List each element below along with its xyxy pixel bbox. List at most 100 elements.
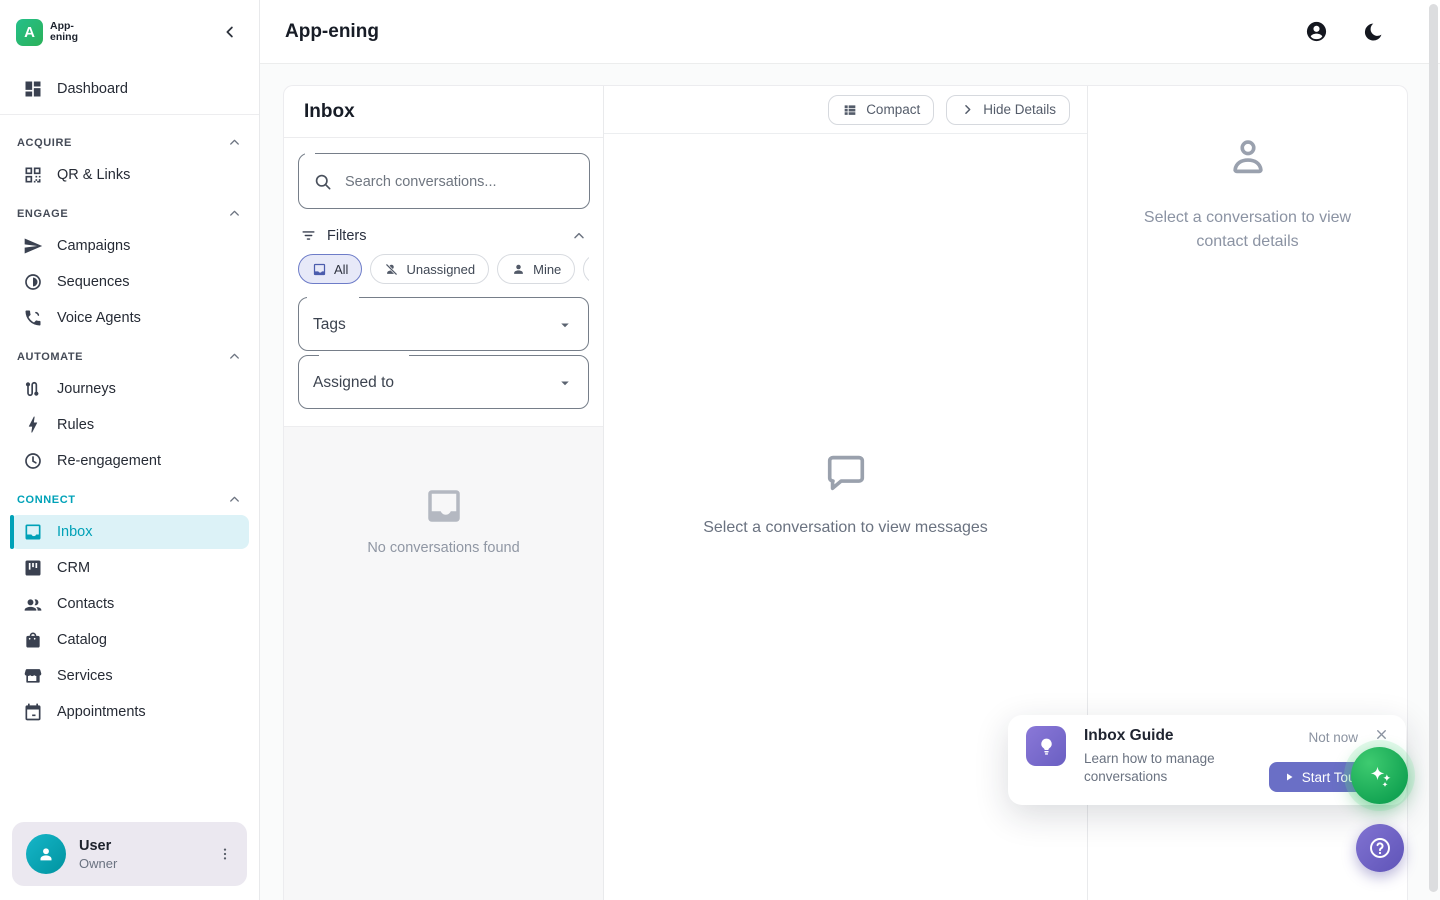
phone-icon xyxy=(23,308,43,328)
sparkles-icon xyxy=(1365,761,1395,791)
filter-chip-unassigned[interactable]: Unassigned xyxy=(370,254,489,284)
send-icon xyxy=(23,236,43,256)
people-icon xyxy=(23,594,43,614)
toast-close-button[interactable] xyxy=(1371,724,1392,745)
section-header-acquire[interactable]: ACQUIRE xyxy=(0,123,259,156)
app-logo-text: App- ening xyxy=(50,21,78,43)
sidebar-item-re-engagement[interactable]: Re-engagement xyxy=(10,444,249,478)
chevron-down-icon xyxy=(556,374,574,392)
conversation-list-panel: Inbox Filters All xyxy=(284,86,604,900)
person-icon xyxy=(35,843,57,865)
toast-description: Learn how to manage conversations xyxy=(1084,750,1254,786)
ai-assistant-fab[interactable] xyxy=(1351,747,1408,804)
dark-mode-toggle[interactable] xyxy=(1360,19,1386,45)
divider xyxy=(0,114,259,115)
sidebar-item-dashboard[interactable]: Dashboard xyxy=(10,72,249,106)
sidebar-item-campaigns[interactable]: Campaigns xyxy=(10,229,249,263)
sidebar-item-label: Sequences xyxy=(57,274,130,290)
sidebar-item-rules[interactable]: Rules xyxy=(10,408,249,442)
section-header-connect[interactable]: CONNECT xyxy=(0,480,259,513)
sidebar-header: A App- ening xyxy=(0,0,259,64)
sidebar-item-sequences[interactable]: Sequences xyxy=(10,265,249,299)
sidebar-item-qr-links[interactable]: QR & Links xyxy=(10,158,249,192)
sidebar-item-inbox[interactable]: Inbox xyxy=(10,515,249,549)
sidebar-item-voice-agents[interactable]: Voice Agents xyxy=(10,301,249,335)
chat-bubble-icon xyxy=(823,449,869,495)
sidebar-item-contacts[interactable]: Contacts xyxy=(10,587,249,621)
play-icon xyxy=(1283,771,1295,783)
chevron-up-icon xyxy=(227,135,242,150)
user-card[interactable]: User Owner xyxy=(12,822,247,886)
sidebar-item-label: Catalog xyxy=(57,632,107,648)
account-button[interactable] xyxy=(1303,18,1330,45)
chevron-down-icon xyxy=(556,316,574,334)
search-input[interactable] xyxy=(345,174,575,190)
person-off-icon xyxy=(384,262,399,277)
empty-state-text: Select a conversation to view contact de… xyxy=(1132,206,1364,254)
search-area xyxy=(284,138,603,211)
chip-label: Unassigned xyxy=(406,262,475,277)
sidebar-item-catalog[interactable]: Catalog xyxy=(10,623,249,657)
chevron-up-icon xyxy=(227,206,242,221)
tags-filter-select[interactable]: Tags xyxy=(298,296,589,351)
moon-icon xyxy=(1362,21,1384,43)
conversation-list-empty-state: No conversations found xyxy=(284,427,603,900)
sequence-loop-icon xyxy=(23,272,43,292)
inbox-panel-title: Inbox xyxy=(304,101,355,122)
inbox-empty-icon xyxy=(423,485,465,527)
storefront-icon xyxy=(23,666,43,686)
filter-chip-all[interactable]: All xyxy=(298,254,362,284)
logo-line2: ening xyxy=(50,32,78,43)
page-title: App-ening xyxy=(285,21,379,43)
clock-icon xyxy=(23,451,43,471)
sidebar-item-label: Appointments xyxy=(57,704,146,720)
more-vertical-icon xyxy=(217,846,233,862)
sidebar-item-appointments[interactable]: Appointments xyxy=(10,695,249,729)
search-field xyxy=(298,152,590,209)
sidebar-item-services[interactable]: Services xyxy=(10,659,249,693)
filters-label: Filters xyxy=(327,228,366,244)
sidebar-item-label: Re-engagement xyxy=(57,453,161,469)
help-fab[interactable] xyxy=(1356,824,1404,872)
user-role: Owner xyxy=(79,856,117,871)
sidebar-item-journeys[interactable]: Journeys xyxy=(10,372,249,406)
sidebar-item-label: QR & Links xyxy=(57,167,130,183)
tags-select-label: Tags xyxy=(313,316,346,334)
section-header-engage[interactable]: ENGAGE xyxy=(0,194,259,227)
lightbulb-badge xyxy=(1026,726,1066,766)
user-avatar xyxy=(26,834,66,874)
inbox-icon xyxy=(23,522,43,542)
calendar-icon xyxy=(23,702,43,722)
user-menu-button[interactable] xyxy=(213,842,237,866)
sidebar: A App- ening Dashboard ACQUIRE QR & Link… xyxy=(0,0,260,900)
assigned-to-filter-select[interactable]: Assigned to xyxy=(298,354,589,409)
sidebar-item-label: Contacts xyxy=(57,596,114,612)
filter-chip-mine[interactable]: Mine xyxy=(497,254,575,284)
sidebar-footer: User Owner xyxy=(0,812,259,900)
dashboard-icon xyxy=(23,79,43,99)
page-scrollbar[interactable] xyxy=(1429,4,1438,892)
filter-chip-unread[interactable]: Unread xyxy=(583,254,589,284)
sidebar-item-label: Inbox xyxy=(57,524,92,540)
section-header-automate[interactable]: AUTOMATE xyxy=(0,337,259,370)
app-logo-icon: A xyxy=(16,19,43,46)
chevron-up-icon xyxy=(227,492,242,507)
route-icon xyxy=(23,379,43,399)
chevron-up-icon xyxy=(227,349,242,364)
person-icon xyxy=(511,262,526,277)
empty-state-text: No conversations found xyxy=(367,540,519,556)
not-now-button[interactable]: Not now xyxy=(1308,730,1358,745)
toast-title: Inbox Guide xyxy=(1084,727,1174,745)
qr-code-icon xyxy=(23,165,43,185)
sidebar-item-crm[interactable]: CRM xyxy=(10,551,249,585)
filters-collapse-button[interactable] xyxy=(571,228,587,244)
lightning-bolt-icon xyxy=(23,415,43,435)
chevron-up-icon xyxy=(571,228,587,244)
section-label: ENGAGE xyxy=(17,208,68,220)
chip-label: Mine xyxy=(533,262,561,277)
filter-chip-row: All Unassigned Mine Unread xyxy=(298,254,589,296)
sidebar-item-label: Services xyxy=(57,668,113,684)
sidebar-collapse-button[interactable] xyxy=(217,19,243,45)
filter-icon xyxy=(300,227,317,244)
account-circle-icon xyxy=(1305,20,1328,43)
